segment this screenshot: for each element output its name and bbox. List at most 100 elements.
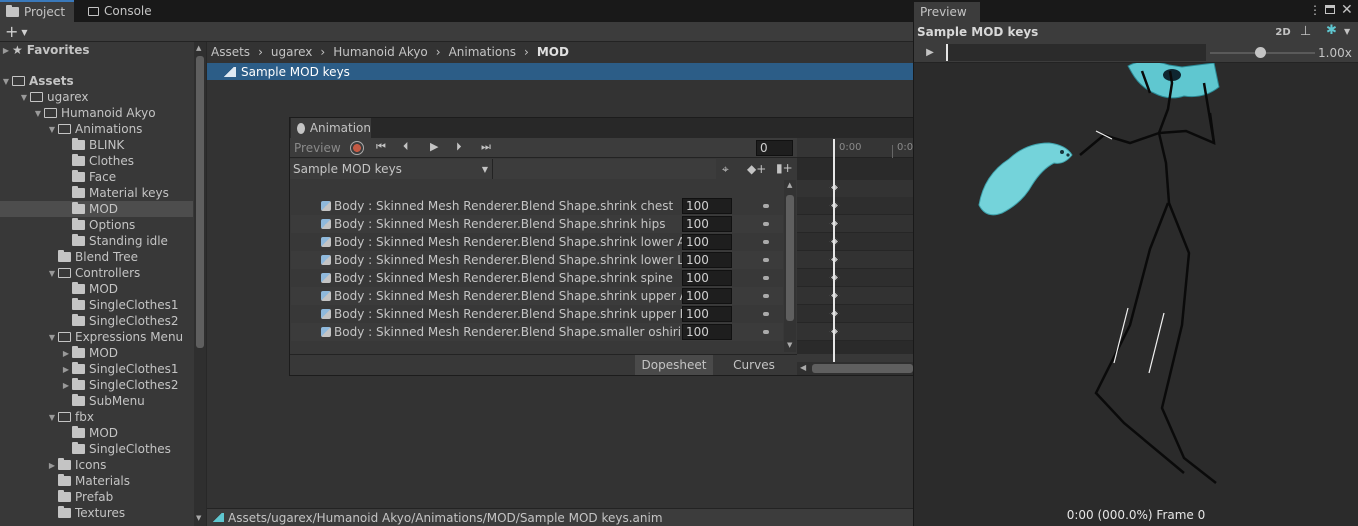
expand-arrow-icon[interactable]: ▶ [60,365,72,374]
property-value-field[interactable]: 100 [682,324,732,340]
property-value-field[interactable]: 100 [682,216,732,232]
breadcrumb-item[interactable]: Animations [449,45,516,59]
favorites-row[interactable]: ▶ ★ Favorites [0,42,193,58]
next-key-icon[interactable]: ⏵ [456,140,462,154]
tree-scroll-thumb[interactable] [196,56,204,348]
first-key-icon[interactable]: ⏮ [376,140,386,154]
tree-scrollbar[interactable]: ▲ ▼ [194,42,206,526]
playhead[interactable] [833,139,835,363]
property-options-icon[interactable] [763,258,769,262]
property-options-icon[interactable] [763,330,769,334]
dropdown-arrow-icon[interactable]: ▼ [1344,27,1350,36]
property-row[interactable]: Body : Skinned Mesh Renderer.Blend Shape… [291,197,783,215]
maximize-icon[interactable] [1325,5,1335,14]
collapse-arrow-icon[interactable]: ▼ [32,109,44,118]
collapse-arrow-icon[interactable]: ▼ [46,333,58,342]
property-value-field[interactable]: 100 [682,306,732,322]
tree-item[interactable]: Standing idle [0,233,193,249]
property-options-icon[interactable] [763,222,769,226]
tree-item[interactable]: ▼ Animations [0,121,193,137]
pivot-icon[interactable]: ⊥ [1300,24,1311,39]
dopesheet-tab[interactable]: Dopesheet [635,355,713,375]
expand-arrow-icon[interactable]: ▶ [46,461,58,470]
property-options-icon[interactable] [763,294,769,298]
collapse-arrow-icon[interactable]: ▼ [46,413,58,422]
tree-item[interactable]: MOD [0,281,193,297]
collapse-arrow-icon[interactable]: ▼ [0,77,12,86]
tree-item[interactable]: ▶ SingleClothes1 [0,361,193,377]
property-options-icon[interactable] [763,204,769,208]
collapse-arrow-icon[interactable]: ▼ [46,125,58,134]
property-value-field[interactable]: 100 [682,252,732,268]
property-options-icon[interactable] [763,240,769,244]
close-icon[interactable]: ✕ [1341,2,1353,18]
scroll-up-arrow-icon[interactable]: ▲ [787,181,792,189]
tree-item[interactable]: Textures [0,505,193,521]
tree-item[interactable]: MOD [0,201,193,217]
tree-item[interactable]: Prefab [0,489,193,505]
preview-tab[interactable]: Preview [914,2,980,22]
property-row[interactable]: Body : Skinned Mesh Renderer.Blend Shape… [291,323,783,341]
mode-2d-button[interactable]: 2D [1271,23,1295,41]
more-options-icon[interactable]: ⋮ [1309,3,1321,17]
tree-item[interactable]: Materials [0,473,193,489]
property-value-field[interactable]: 100 [682,270,732,286]
property-value-field[interactable]: 100 [682,198,732,214]
animation-tab[interactable]: Animation [291,118,371,138]
preview-timeline[interactable] [946,44,1206,61]
breadcrumb-item[interactable]: Humanoid Akyo [333,45,428,59]
property-row[interactable]: Body : Skinned Mesh Renderer.Blend Shape… [291,269,783,287]
add-event-icon[interactable]: ▮+ [776,161,793,175]
tree-item[interactable]: SingleClothes2 [0,313,193,329]
prev-key-icon[interactable]: ⏴ [403,140,409,154]
property-scrollbar[interactable]: ▲ ▼ [784,180,796,352]
record-button[interactable] [350,141,364,155]
property-options-icon[interactable] [763,312,769,316]
tree-item[interactable]: SubMenu [0,393,193,409]
curves-tab[interactable]: Curves [716,355,792,375]
tree-item[interactable]: ▼ Controllers [0,265,193,281]
breadcrumb-item-current[interactable]: MOD [537,45,569,59]
property-scroll-thumb[interactable] [786,195,794,321]
scroll-down-arrow-icon[interactable]: ▼ [787,341,792,349]
add-keyframe-icon[interactable]: ◆+ [747,162,766,176]
property-row[interactable]: Body : Skinned Mesh Renderer.Blend Shape… [291,251,783,269]
tree-item[interactable]: ▶ MOD [0,345,193,361]
scroll-left-arrow-icon[interactable]: ◀ [800,363,806,372]
preview-viewport[interactable] [914,63,1358,508]
preview-toggle[interactable]: Preview [291,138,343,158]
expand-arrow-icon[interactable]: ▶ [0,46,12,55]
timeline-scroll-thumb[interactable] [812,364,913,373]
tree-item[interactable]: Blend Tree [0,249,193,265]
scroll-up-arrow-icon[interactable]: ▲ [196,44,201,52]
collapse-arrow-icon[interactable]: ▼ [46,269,58,278]
property-row[interactable]: Body : Skinned Mesh Renderer.Blend Shape… [291,233,783,251]
collapse-arrow-icon[interactable]: ▼ [18,93,30,102]
tree-item[interactable]: ▼ Expressions Menu [0,329,193,345]
expand-arrow-icon[interactable]: ▶ [60,381,72,390]
preview-play-button[interactable]: ▶ [921,44,939,61]
property-value-field[interactable]: 100 [682,288,732,304]
property-row[interactable]: Body : Skinned Mesh Renderer.Blend Shape… [291,305,783,323]
tab-console[interactable]: Console [82,0,158,22]
tree-item[interactable]: Face [0,169,193,185]
frame-field[interactable]: 0 [756,140,793,156]
create-button[interactable]: + ▼ [5,22,28,42]
breadcrumb-item[interactable]: Assets [211,45,250,59]
clip-dropdown[interactable]: Sample MOD keys ▼ [290,159,493,179]
tab-project[interactable]: Project [0,0,74,22]
tree-item[interactable]: ▶ SingleClothes2 [0,377,193,393]
tree-item[interactable]: ▼ ugarex [0,89,193,105]
tree-item[interactable]: Options [0,217,193,233]
tree-item[interactable]: ▼ fbx [0,409,193,425]
tree-item[interactable]: BLINK [0,137,193,153]
asset-list-item-selected[interactable]: Sample MOD keys [207,63,913,80]
property-options-icon[interactable] [763,276,769,280]
expand-arrow-icon[interactable]: ▶ [60,349,72,358]
property-value-field[interactable]: 100 [682,234,732,250]
avatar-icon[interactable]: ✱ [1326,23,1337,38]
assets-row[interactable]: ▼ Assets [0,73,193,89]
filter-by-selection-icon[interactable]: ⌖ [722,162,729,177]
property-row[interactable]: Body : Skinned Mesh Renderer.Blend Shape… [291,215,783,233]
tree-item[interactable]: Material keys [0,185,193,201]
